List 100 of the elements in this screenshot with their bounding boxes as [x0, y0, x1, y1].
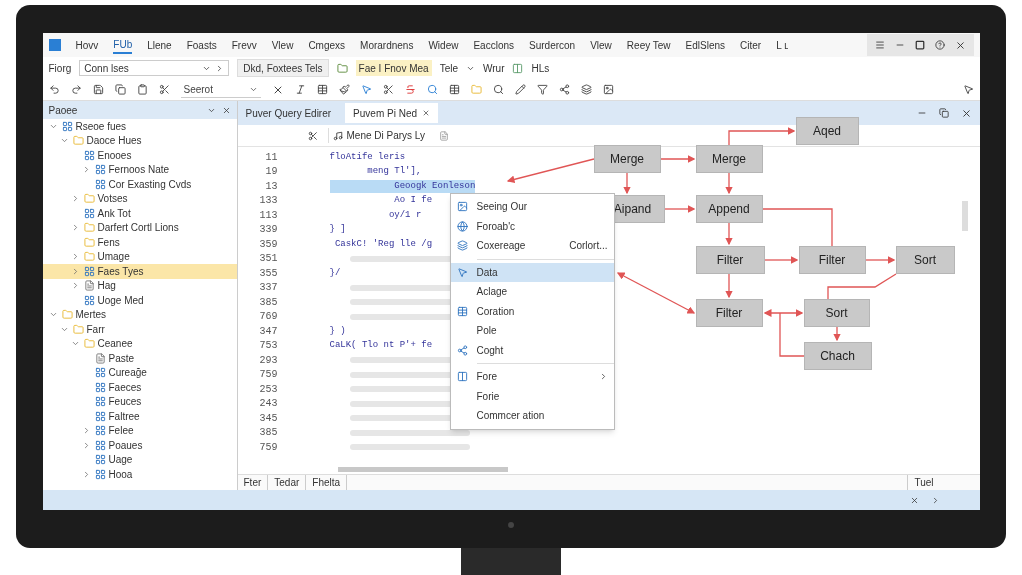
menu-item[interactable]: Aclage	[450, 282, 614, 302]
filter-icon[interactable]	[536, 84, 548, 95]
tree-item[interactable]: Cor Exasting Cvds	[42, 177, 237, 192]
close-icon[interactable]	[422, 109, 430, 117]
tree-item[interactable]: Ank Tot	[42, 206, 237, 221]
vertical-scrollbar[interactable]	[961, 201, 968, 231]
tree-item[interactable]: Mertes	[42, 307, 237, 322]
connector-arrow	[663, 205, 695, 213]
menu-item[interactable]: Foasts	[186, 37, 217, 53]
menu-icon[interactable]	[874, 40, 885, 50]
menu-item[interactable]: Commcer ation	[450, 406, 614, 426]
search-icon[interactable]	[492, 84, 504, 95]
tree-label: Hag	[97, 279, 116, 294]
line-number: 11	[264, 150, 279, 165]
tree-item[interactable]: Daoce Hues	[42, 133, 237, 148]
tree-item[interactable]: Hag	[42, 278, 237, 293]
save-icon[interactable]	[92, 84, 104, 95]
tree-item[interactable]: Rseoe fues	[42, 119, 237, 134]
tree-item[interactable]: Faeces	[42, 380, 237, 395]
undo-icon[interactable]	[48, 84, 60, 95]
scissors-icon[interactable]	[382, 84, 394, 95]
menu-item[interactable]: Frevv	[231, 37, 257, 53]
menu-item[interactable]: Coxereage Corlort...	[450, 236, 614, 256]
close-icon[interactable]	[909, 495, 919, 505]
menu-label: Fore	[476, 370, 498, 385]
menu-item[interactable]: Surdercon	[529, 37, 576, 53]
menu-item[interactable]: Widew	[428, 37, 459, 53]
horizontal-scrollbar[interactable]	[337, 466, 508, 472]
tree-item[interactable]: Votses	[42, 191, 237, 206]
italic-icon[interactable]	[294, 84, 306, 95]
tree-item[interactable]: Feuces	[42, 394, 237, 409]
menu-item[interactable]: Coght	[450, 340, 614, 360]
scissors-icon[interactable]	[307, 130, 318, 141]
layers-icon[interactable]	[580, 84, 592, 95]
tree-item[interactable]: Darfert Cortl Lions	[42, 220, 237, 235]
toolbar-button[interactable]: Dkd, Foxtees Tels	[237, 59, 329, 77]
menu-item[interactable]: Cmgexs	[308, 37, 346, 53]
close-icon[interactable]	[954, 39, 966, 51]
tree-item[interactable]: Faes Tyes	[42, 264, 237, 279]
tree-item[interactable]: Farr	[42, 322, 237, 337]
menu-item[interactable]: Vlew	[590, 37, 612, 53]
font-dropdown[interactable]: Seerot	[180, 81, 261, 98]
tree-item[interactable]: Ceanee	[42, 336, 237, 351]
tree-item[interactable]: Umage	[42, 249, 237, 264]
table-icon[interactable]	[316, 84, 328, 95]
maximize-icon[interactable]	[914, 40, 925, 50]
redo-icon[interactable]	[70, 84, 82, 95]
pencil-icon[interactable]	[514, 84, 526, 95]
tree-item[interactable]: Fens	[42, 235, 237, 250]
image-icon[interactable]	[602, 84, 614, 95]
search-icon[interactable]	[426, 84, 438, 95]
tree-item[interactable]: Uoge Med	[42, 293, 237, 308]
scissors-icon[interactable]	[158, 84, 170, 95]
tree-item[interactable]: Faltree	[42, 409, 237, 424]
clipboard-icon[interactable]	[136, 84, 148, 95]
tree-item[interactable]: Uage	[42, 452, 237, 467]
source-dropdown[interactable]: Conn lses	[79, 60, 230, 76]
share-icon[interactable]	[558, 84, 570, 95]
close-icon[interactable]	[960, 107, 972, 119]
tree-item[interactable]: Poaues	[42, 438, 237, 453]
close-icon[interactable]	[221, 105, 231, 115]
copy-icon[interactable]	[114, 84, 126, 95]
restore-icon[interactable]	[938, 108, 949, 118]
tree-item[interactable]: Fernoos Nate	[42, 162, 237, 177]
code-line: CaLK( Tlo nt P'+ fe	[329, 339, 433, 352]
editor-tab[interactable]: Puvem Pi Ned	[345, 103, 438, 123]
menu-item[interactable]: Forie	[450, 386, 614, 406]
menu-item[interactable]: Vlew	[271, 37, 294, 53]
menu-item[interactable]: Morardnens	[360, 37, 414, 53]
menu-item[interactable]: Citer	[740, 37, 762, 53]
tree-item[interactable]: Hooa	[42, 467, 237, 482]
tree-item[interactable]: Felee	[42, 423, 237, 438]
pointer-icon[interactable]	[962, 84, 974, 95]
menu-item[interactable]: Llene	[147, 37, 172, 53]
menu-item[interactable]: L ʟ	[776, 37, 789, 53]
menu-item[interactable]: Reey Tew	[626, 37, 671, 53]
tree-item[interactable]: Paste	[42, 351, 237, 366]
line-number: 345	[258, 411, 279, 426]
pointer-icon[interactable]	[360, 84, 372, 95]
help-icon[interactable]	[934, 40, 945, 50]
strikethrough-icon[interactable]	[404, 84, 416, 95]
menu-item[interactable]: EdlSlens	[685, 37, 726, 53]
tree-label: Faeces	[108, 380, 142, 395]
menu-item[interactable]: Data	[450, 262, 614, 282]
query-name-field[interactable]: Mene Di Parys Ly	[327, 128, 430, 143]
table-icon[interactable]	[448, 84, 460, 95]
grid-icon	[94, 468, 106, 480]
menu-item[interactable]: Hovv	[75, 37, 99, 53]
diagram-node: Filter	[695, 299, 763, 327]
toolbar-button[interactable]: Fae I Fnov Mea	[355, 60, 432, 76]
paintbrush-icon[interactable]	[338, 84, 350, 95]
menu-item[interactable]: Coration	[450, 301, 614, 321]
tree-label: Fernoos Nate	[108, 163, 170, 178]
menu-item[interactable]: Fore	[450, 367, 614, 387]
menu-item[interactable]: Eacclons	[473, 37, 514, 53]
menu-item[interactable]: Pole	[450, 321, 614, 341]
tree-item[interactable]: Cureağe	[42, 365, 237, 380]
menu-item[interactable]: FUb	[113, 36, 133, 54]
tree-item[interactable]: Enooes	[42, 148, 237, 163]
line-number: 753	[258, 339, 279, 354]
